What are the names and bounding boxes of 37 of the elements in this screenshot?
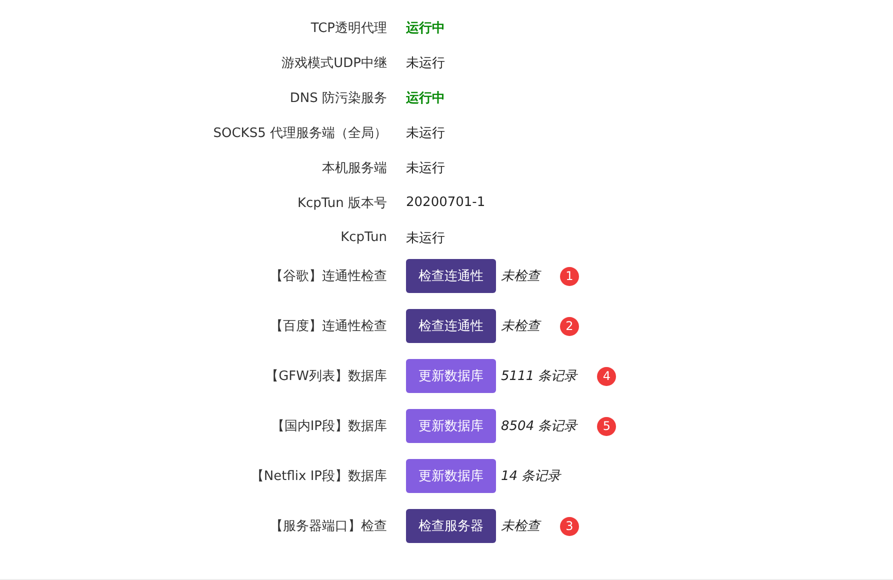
field-label: 【国内IP段】数据库 xyxy=(270,418,387,435)
field-label: KcpTun 版本号 xyxy=(296,194,387,212)
field-label: TCP透明代理 xyxy=(310,20,387,36)
result-text: 14 条记录 xyxy=(501,468,561,485)
field-label: 本机服务端 xyxy=(321,160,387,176)
field-label: KcpTun xyxy=(340,230,387,245)
field-label: 【GFW列表】数据库 xyxy=(264,368,387,385)
status-value: 未运行 xyxy=(406,230,446,246)
status-value: 未运行 xyxy=(406,160,446,176)
number-badge: 1 xyxy=(560,266,579,286)
status-value: 运行中 xyxy=(406,20,446,36)
result-text: 未检查 xyxy=(501,318,540,335)
field-label: 【服务器端口】检查 xyxy=(269,518,387,535)
status-value: 运行中 xyxy=(406,90,446,106)
result-text: 未检查 xyxy=(501,518,540,535)
field-label: 游戏模式UDP中继 xyxy=(280,54,387,72)
field-label: 【Netflix IP段】数据库 xyxy=(250,468,387,485)
status-value: 20200701-1 xyxy=(406,195,486,210)
number-badge: 2 xyxy=(560,316,579,336)
result-text: 8504 条记录 xyxy=(501,418,578,435)
status-value: 未运行 xyxy=(406,54,446,72)
field-label: DNS 防污染服务 xyxy=(288,90,387,106)
check-button[interactable]: 检查连通性 xyxy=(406,309,496,343)
status-value: 未运行 xyxy=(406,124,446,142)
result-text: 未检查 xyxy=(501,268,540,285)
update-button[interactable]: 更新数据库 xyxy=(406,359,496,393)
number-badge: 4 xyxy=(597,366,616,386)
number-badge: 3 xyxy=(560,516,579,536)
number-badge: 5 xyxy=(597,416,616,436)
field-label: SOCKS5 代理服务端（全局） xyxy=(212,124,387,142)
field-label: 【百度】连通性检查 xyxy=(269,318,387,335)
field-label: 【谷歌】连通性检查 xyxy=(269,268,387,285)
result-text: 5111 条记录 xyxy=(501,368,578,385)
check-button[interactable]: 检查服务器 xyxy=(406,509,496,543)
update-button[interactable]: 更新数据库 xyxy=(406,409,496,443)
check-button[interactable]: 检查连通性 xyxy=(406,259,496,293)
update-button[interactable]: 更新数据库 xyxy=(406,459,496,493)
